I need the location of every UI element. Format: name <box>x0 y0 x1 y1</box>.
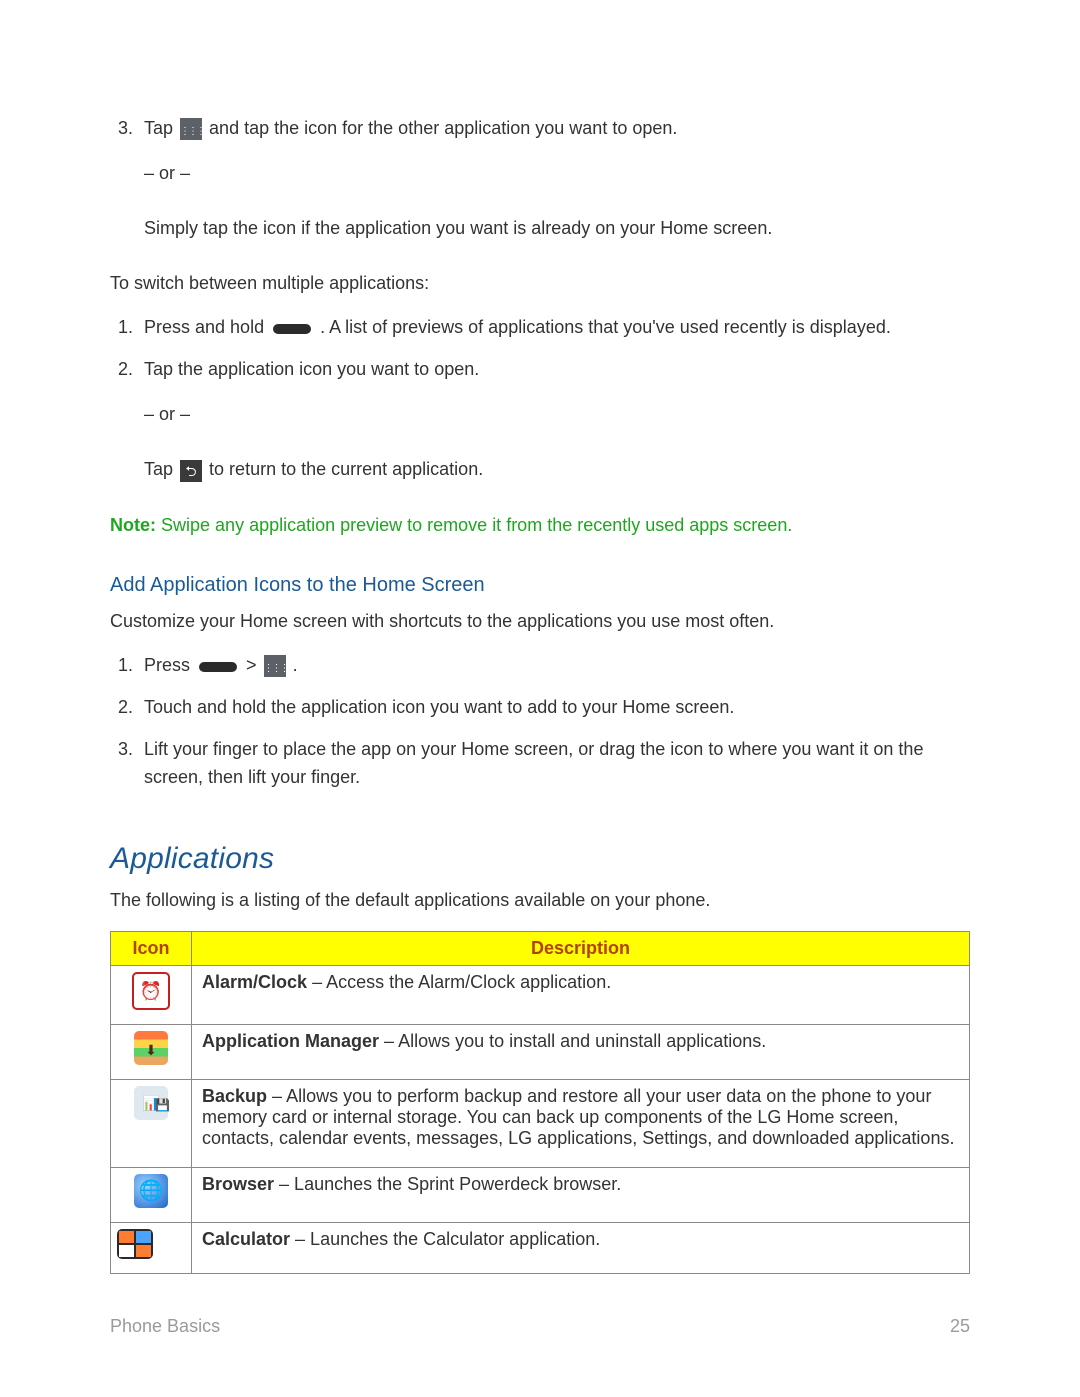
table-row: Application Manager – Allows you to inst… <box>111 1024 970 1079</box>
or-divider-2: – or – <box>144 402 970 427</box>
app-desc: – Launches the Sprint Powerdeck browser. <box>279 1174 621 1194</box>
applications-heading: Applications <box>110 842 970 876</box>
page-footer: Phone Basics 25 <box>110 1316 970 1337</box>
footer-page-number: 25 <box>950 1316 970 1337</box>
col-description-header: Description <box>192 931 970 965</box>
table-row: Backup – Allows you to perform backup an… <box>111 1079 970 1167</box>
app-desc: – Allows you to install and uninstall ap… <box>384 1031 766 1051</box>
add-step-2: Touch and hold the application icon you … <box>138 694 970 722</box>
add-step-1-mid: > <box>246 655 262 675</box>
app-icon-cell <box>111 1079 192 1167</box>
app-name: Alarm/Clock <box>202 972 307 992</box>
applications-table: Icon Description Alarm/Clock – Access th… <box>110 931 970 1274</box>
app-icon-cell <box>111 1167 192 1222</box>
add-icons-steps: Press > . Touch and hold the application… <box>110 652 970 792</box>
app-name: Calculator <box>202 1229 290 1249</box>
app-name: Application Manager <box>202 1031 379 1051</box>
app-desc: – Access the Alarm/Clock application. <box>312 972 611 992</box>
app-desc: – Launches the Calculator application. <box>295 1229 600 1249</box>
app-desc-cell: Backup – Allows you to perform backup an… <box>192 1079 970 1167</box>
switch-steps: Press and hold . A list of previews of a… <box>110 314 970 384</box>
app-icon-cell <box>111 1222 192 1273</box>
switch-alt-before: Tap <box>144 459 178 479</box>
switch-step-1-before: Press and hold <box>144 317 269 337</box>
switch-intro: To switch between multiple applications: <box>110 271 970 296</box>
home-button-icon <box>273 324 311 334</box>
apps-grid-icon <box>264 655 286 677</box>
add-icons-intro: Customize your Home screen with shortcut… <box>110 609 970 634</box>
app-name: Backup <box>202 1086 267 1106</box>
app-desc-cell: Calculator – Launches the Calculator app… <box>192 1222 970 1273</box>
add-icons-heading: Add Application Icons to the Home Screen <box>110 574 970 597</box>
document-page: Tap and tap the icon for the other appli… <box>0 0 1080 1397</box>
open-app-steps-continued: Tap and tap the icon for the other appli… <box>110 115 970 143</box>
app-desc: – Allows you to perform backup and resto… <box>202 1086 954 1148</box>
app-desc-cell: Browser – Launches the Sprint Powerdeck … <box>192 1167 970 1222</box>
step-3-text-after: and tap the icon for the other applicati… <box>209 118 677 138</box>
add-step-1-after: . <box>293 655 298 675</box>
switch-alt-after: to return to the current application. <box>209 459 483 479</box>
step-3-text-before: Tap <box>144 118 178 138</box>
step-3: Tap and tap the icon for the other appli… <box>138 115 970 143</box>
note-label: Note: <box>110 515 156 535</box>
apps-grid-icon <box>180 118 202 140</box>
add-step-3: Lift your finger to place the app on you… <box>138 736 970 792</box>
application-manager-icon <box>134 1031 168 1065</box>
back-icon <box>180 460 202 482</box>
footer-section: Phone Basics <box>110 1316 220 1337</box>
home-button-icon <box>199 662 237 672</box>
step-3-alt: Simply tap the icon if the application y… <box>144 216 970 241</box>
switch-alt: Tap to return to the current application… <box>144 457 970 482</box>
col-icon-header: Icon <box>111 931 192 965</box>
add-step-1-before: Press <box>144 655 195 675</box>
backup-icon <box>134 1086 168 1120</box>
note-text: Swipe any application preview to remove … <box>161 515 792 535</box>
switch-step-1-after: . A list of previews of applications tha… <box>320 317 891 337</box>
app-icon-cell <box>111 1024 192 1079</box>
switch-step-2: Tap the application icon you want to ope… <box>138 356 970 384</box>
switch-step-1: Press and hold . A list of previews of a… <box>138 314 970 342</box>
calculator-icon <box>117 1229 153 1259</box>
applications-intro: The following is a listing of the defaul… <box>110 888 970 913</box>
add-step-1: Press > . <box>138 652 970 680</box>
or-divider-1: – or – <box>144 161 970 186</box>
app-desc-cell: Application Manager – Allows you to inst… <box>192 1024 970 1079</box>
alarm-clock-icon <box>132 972 170 1010</box>
app-name: Browser <box>202 1174 274 1194</box>
app-icon-cell <box>111 965 192 1024</box>
note-line: Note: Swipe any application preview to r… <box>110 513 970 538</box>
browser-icon <box>134 1174 168 1208</box>
table-row: Calculator – Launches the Calculator app… <box>111 1222 970 1273</box>
table-row: Alarm/Clock – Access the Alarm/Clock app… <box>111 965 970 1024</box>
table-row: Browser – Launches the Sprint Powerdeck … <box>111 1167 970 1222</box>
app-desc-cell: Alarm/Clock – Access the Alarm/Clock app… <box>192 965 970 1024</box>
